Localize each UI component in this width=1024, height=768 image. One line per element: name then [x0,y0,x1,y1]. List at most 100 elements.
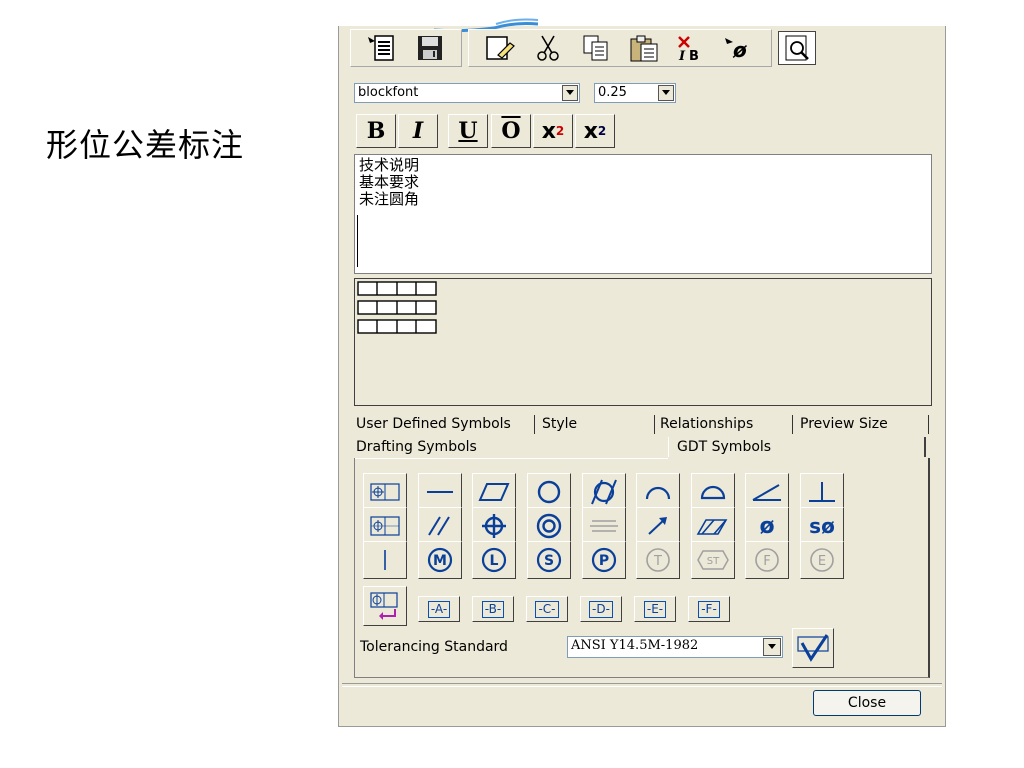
tolerancing-standard-value: ANSI Y14.5M-1982 [571,638,699,653]
free-state-icon[interactable]: F [745,541,789,579]
overline-button[interactable]: O [491,114,531,148]
tab-label: Drafting Symbols [356,439,477,455]
datum-f-button[interactable]: -F- [688,596,730,622]
position-icon[interactable] [472,507,516,545]
composite-frame-icon[interactable] [363,507,407,545]
datum-label: -F- [698,600,720,618]
datum-c-button[interactable]: -C- [526,596,568,622]
underline-button[interactable]: U [448,114,488,148]
italic-label: I [412,118,424,144]
tab-user-defined-symbols[interactable]: User Defined Symbols [354,414,511,434]
total-runout-icon[interactable] [691,507,735,545]
subscript-exponent: 2 [597,124,607,138]
font-select[interactable]: blockfont [354,83,580,103]
tab-style[interactable]: Style [540,414,577,434]
cylindricity-icon[interactable] [582,473,626,511]
apply-frame-icon[interactable] [792,628,834,668]
superscript-exponent: 2 [555,124,565,138]
envelope-icon[interactable]: E [800,541,844,579]
mmc-icon[interactable]: M [418,541,462,579]
paste-icon[interactable] [625,31,663,65]
insert-text-icon[interactable] [363,31,401,65]
svg-text:I: I [678,49,686,63]
datum-a-button[interactable]: -A- [418,596,460,622]
datum-b-button[interactable]: -B- [472,596,514,622]
close-button[interactable]: Close [813,690,921,716]
chevron-down-icon[interactable] [763,638,781,656]
preview-icon[interactable] [778,31,816,65]
note-text-area[interactable]: 技术说明 基本要求 未注圆角 [354,154,932,274]
tab-drafting-symbols[interactable]: Drafting Symbols [354,437,477,457]
parallelism-icon[interactable] [418,507,462,545]
rfs-icon[interactable]: S [527,541,571,579]
straightness-icon[interactable] [418,473,462,511]
symmetry-icon[interactable] [582,507,626,545]
rfs-letter: S [544,553,554,569]
tab-label: Preview Size [800,416,888,432]
datum-label: -A- [427,600,451,618]
circular-runout-icon[interactable] [636,507,680,545]
angularity-icon[interactable] [745,473,789,511]
concentricity-icon[interactable] [527,507,571,545]
spherical-diameter-icon[interactable]: sø [800,507,844,545]
text-line: 基本要求 [359,173,420,191]
tab-gdt-symbols[interactable]: GDT Symbols [668,437,926,457]
tab-label: User Defined Symbols [356,416,511,432]
tangent-letter: T [653,554,662,569]
toolbar: IB ø [350,29,818,67]
feature-control-frame-icon[interactable] [363,473,407,511]
cut-icon[interactable] [529,31,567,65]
envelope-letter: E [818,554,826,569]
svg-text:B: B [689,49,699,63]
statistical-tolerance-icon[interactable]: ST [691,541,735,579]
table-preview-area[interactable] [354,278,932,406]
text-line: 未注圆角 [359,190,420,208]
insert-frame-return-icon[interactable] [363,586,407,626]
edit-icon[interactable] [481,31,519,65]
size-select[interactable]: 0.25 [594,83,676,103]
text-line: 技术说明 [359,156,420,174]
profile-of-surface-icon[interactable] [691,473,735,511]
page-heading: 形位公差标注 [46,126,245,164]
footer-divider [342,683,942,687]
separator-bar-icon[interactable] [363,541,407,579]
projected-letter: P [599,553,609,569]
delete-format-icon[interactable]: IB [673,31,711,65]
datum-label: -C- [535,600,559,618]
tangent-plane-icon[interactable]: T [636,541,680,579]
tolerancing-standard-select[interactable]: ANSI Y14.5M-1982 [567,636,783,658]
tolerancing-standard-label: Tolerancing Standard [360,639,508,655]
overline-label: O [501,118,521,144]
circularity-icon[interactable] [527,473,571,511]
size-select-value: 0.25 [598,85,627,100]
copy-icon[interactable] [577,31,615,65]
chevron-down-icon[interactable] [562,85,578,101]
bold-button[interactable]: B [356,114,396,148]
svg-text:ø: ø [732,38,747,62]
chevron-down-icon[interactable] [658,85,674,101]
diameter-icon[interactable]: ø [745,507,789,545]
superscript-button[interactable]: x2 [533,114,573,148]
datum-label: -D- [589,600,613,618]
datum-d-button[interactable]: -D- [580,596,622,622]
spherical-diameter-label: sø [809,514,835,538]
italic-button[interactable]: I [398,114,438,148]
subscript-button[interactable]: x2 [575,114,615,148]
tab-label: GDT Symbols [677,439,772,455]
lmc-letter: L [490,553,499,569]
tab-label: Relationships [660,416,754,432]
tab-preview-size[interactable]: Preview Size [798,414,888,434]
insert-symbol-icon[interactable]: ø [721,31,759,65]
datum-label: -E- [643,600,667,618]
lmc-icon[interactable]: L [472,541,516,579]
tab-relationships[interactable]: Relationships [658,414,753,434]
tab-separator [928,415,929,434]
profile-of-line-icon[interactable] [636,473,680,511]
perpendicularity-icon[interactable] [800,473,844,511]
datum-label: -B- [481,600,505,618]
datum-e-button[interactable]: -E- [634,596,676,622]
statistical-letters: ST [707,556,720,567]
flatness-icon[interactable] [472,473,516,511]
save-icon[interactable] [411,31,449,65]
projected-tolerance-icon[interactable]: P [582,541,626,579]
